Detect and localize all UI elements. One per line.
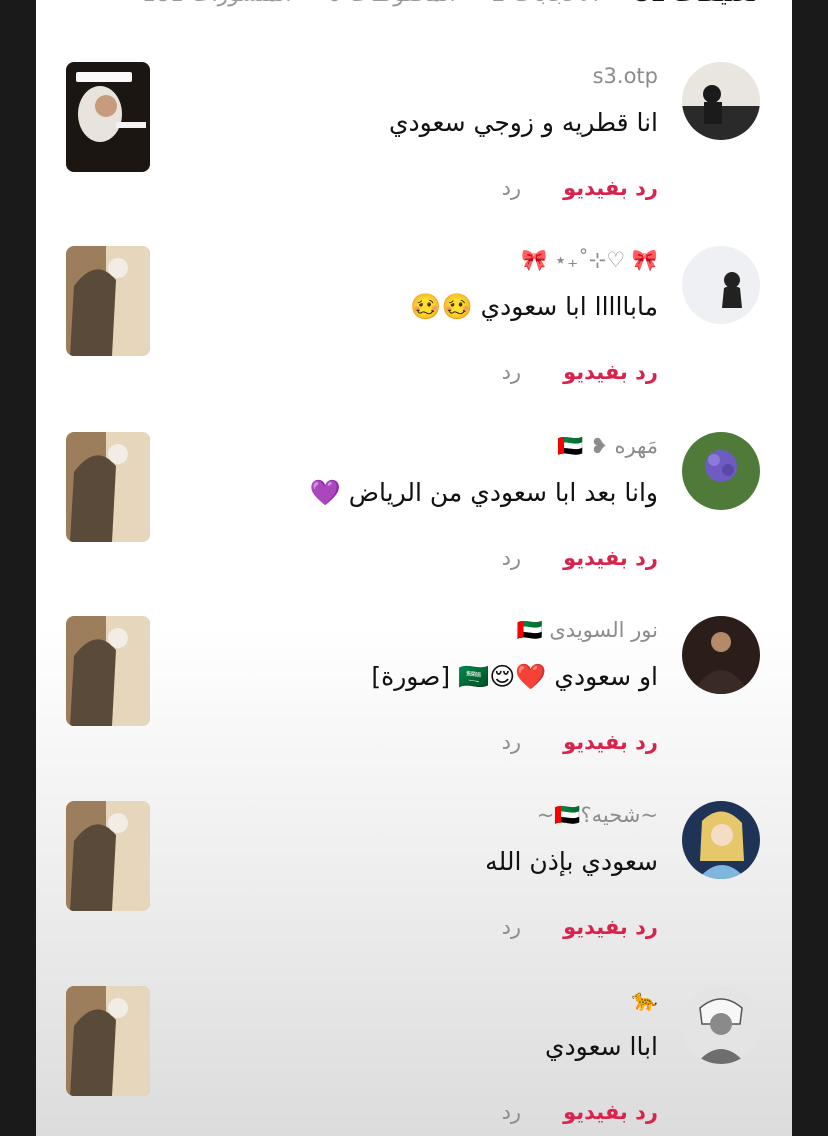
comment-item: نور السويدى 🇦🇪 او سعودي ❤️😌🇸🇦 [صورة] رد …: [36, 616, 792, 766]
comment-text: مابااااا ابا سعودي 🥴🥴: [410, 292, 658, 321]
comment-actions: رد رد بفيديو: [502, 1100, 658, 1124]
tab-saved[interactable]: المحفوظات 0: [327, 0, 455, 8]
profile-tabs: تعليقات 51 الاعجابات 2 المحفوظات 0 المنش…: [36, 0, 792, 8]
video-thumbnail[interactable]: [66, 62, 150, 172]
comment-actions: رد رد بفيديو: [502, 546, 658, 570]
comment-text: او سعودي ❤️😌🇸🇦 [صورة]: [371, 662, 658, 691]
reply-button[interactable]: رد: [502, 1100, 522, 1124]
comment-username[interactable]: 🐆: [632, 988, 658, 1013]
avatar[interactable]: [682, 246, 760, 324]
comment-actions: رد رد بفيديو: [502, 360, 658, 384]
reply-with-video-button[interactable]: رد بفيديو: [563, 360, 658, 384]
video-thumbnail[interactable]: [66, 432, 150, 542]
comment-actions: رد رد بفيديو: [502, 730, 658, 754]
reply-with-video-button[interactable]: رد بفيديو: [563, 176, 658, 200]
reply-with-video-button[interactable]: رد بفيديو: [563, 546, 658, 570]
comment-item: 🎀 ♡⊹˚₊⋆ 🎀 مابااااا ابا سعودي 🥴🥴 رد رد بف…: [36, 246, 792, 396]
comment-item: مَهره ❥ 🇦🇪 وانا بعد ابا سعودي من الرياض …: [36, 432, 792, 582]
reply-button[interactable]: رد: [502, 730, 522, 754]
reply-button[interactable]: رد: [502, 360, 522, 384]
comment-item: s3.otp انا قطريه و زوجي سعودي رد رد بفيد…: [36, 62, 792, 212]
comment-username[interactable]: مَهره ❥ 🇦🇪: [557, 434, 658, 459]
comment-username[interactable]: نور السويدى 🇦🇪: [517, 618, 658, 643]
avatar[interactable]: [682, 616, 760, 694]
comment-text: سعودي بإذن الله: [485, 847, 658, 876]
tab-posts[interactable]: المنشورات 181: [142, 0, 292, 8]
comment-item: 🐆 اباا سعودي رد رد بفيديو: [36, 986, 792, 1136]
comment-item: ~شحيه؟🇦🇪~ سعودي بإذن الله رد رد بفيديو: [36, 801, 792, 951]
comment-username[interactable]: ~شحيه؟🇦🇪~: [537, 803, 658, 828]
video-thumbnail[interactable]: [66, 246, 150, 356]
reply-with-video-button[interactable]: رد بفيديو: [563, 915, 658, 939]
avatar[interactable]: [682, 986, 760, 1064]
reply-button[interactable]: رد: [502, 176, 522, 200]
avatar[interactable]: [682, 801, 760, 879]
reply-button[interactable]: رد: [502, 546, 522, 570]
comment-text: انا قطريه و زوجي سعودي: [388, 108, 658, 137]
comment-actions: رد رد بفيديو: [502, 915, 658, 939]
comments-panel: تعليقات 51 الاعجابات 2 المحفوظات 0 المنش…: [36, 0, 792, 1136]
reply-with-video-button[interactable]: رد بفيديو: [563, 730, 658, 754]
reply-button[interactable]: رد: [502, 915, 522, 939]
reply-with-video-button[interactable]: رد بفيديو: [563, 1100, 658, 1124]
video-thumbnail[interactable]: [66, 801, 150, 911]
video-thumbnail[interactable]: [66, 616, 150, 726]
comment-username[interactable]: s3.otp: [593, 64, 658, 88]
avatar[interactable]: [682, 432, 760, 510]
comment-actions: رد رد بفيديو: [502, 176, 658, 200]
tab-likes[interactable]: الاعجابات 2: [492, 0, 599, 8]
avatar[interactable]: [682, 62, 760, 140]
video-thumbnail[interactable]: [66, 986, 150, 1096]
comment-text: وانا بعد ابا سعودي من الرياض 💜: [309, 478, 658, 507]
comment-text: اباا سعودي: [544, 1032, 658, 1061]
tab-comments[interactable]: تعليقات 51: [635, 0, 758, 8]
comment-username[interactable]: 🎀 ♡⊹˚₊⋆ 🎀: [521, 248, 658, 273]
